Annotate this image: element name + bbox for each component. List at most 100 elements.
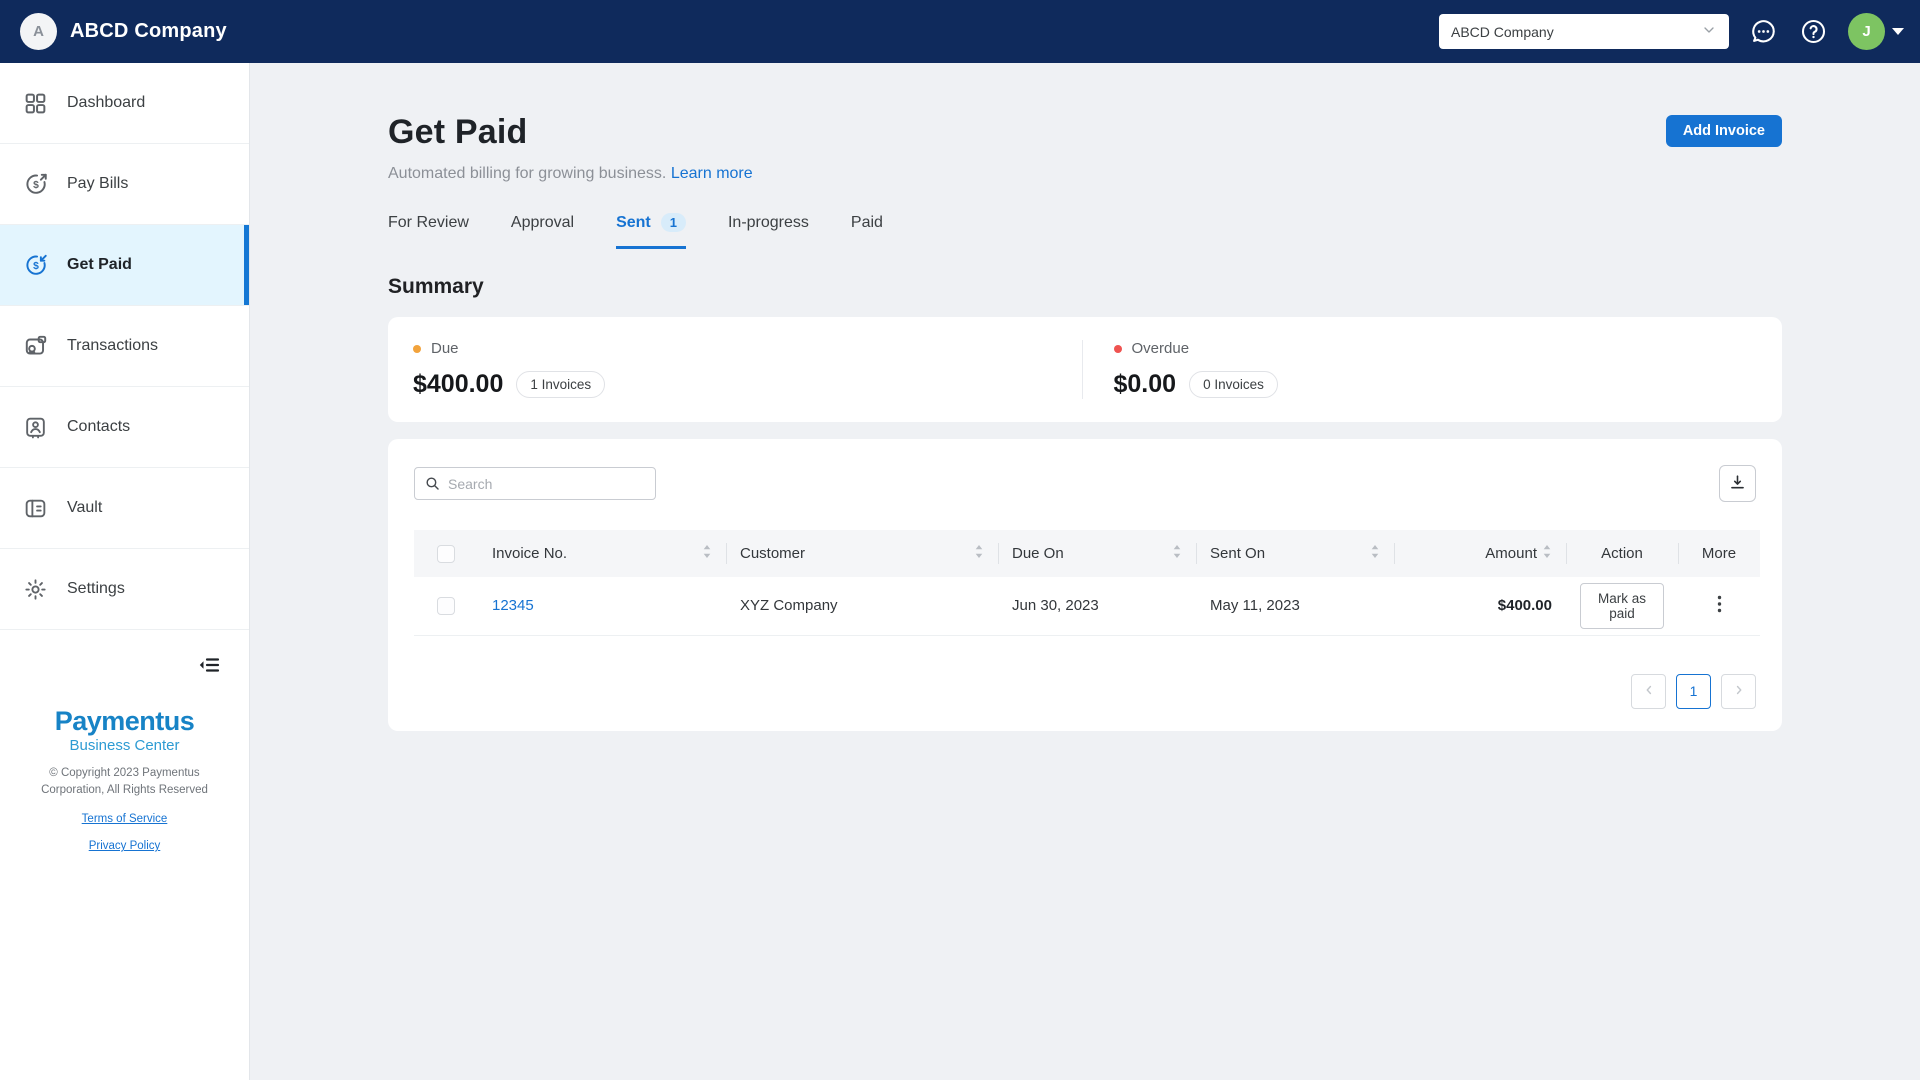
select-all-checkbox[interactable] [437,544,455,563]
pay-bills-icon: $ [22,171,49,198]
sidebar-item-vault[interactable]: Vault [0,468,249,549]
overdue-status-dot [1113,344,1122,353]
pagination-prev-button[interactable] [1631,673,1666,709]
top-navbar: A ABCD Company ABCD Company J [0,0,1920,63]
pagination-next-button[interactable] [1721,673,1756,709]
sidebar-item-contacts[interactable]: Contacts [0,387,249,468]
add-invoice-button[interactable]: Add Invoice [1665,115,1782,147]
sidebar-item-settings[interactable]: Settings [0,549,249,630]
column-invoice-no: Invoice No. [492,545,568,562]
sidebar-footer: Paymentus Business Center © Copyright 20… [0,706,249,853]
terms-of-service-link[interactable]: Terms of Service [0,813,249,825]
row-checkbox[interactable] [437,596,455,615]
due-status-dot [413,344,421,353]
app-root: A ABCD Company ABCD Company J Dashboard … [0,0,1920,1080]
customer-cell: XYZ Company [740,597,838,615]
collapse-sidebar-icon[interactable] [195,651,223,679]
invoices-table-card: Invoice No. Customer [388,439,1782,731]
column-customer: Customer [740,545,806,562]
column-more: More [1701,545,1737,562]
table-header-row: Invoice No. Customer Due On Sent On Amou… [414,530,1760,577]
settings-icon [22,576,49,603]
topbar-right: ABCD Company J [1439,13,1904,50]
download-button[interactable] [1719,465,1756,502]
company-avatar: A [20,13,57,50]
due-invoices-badge: 1 Invoices [516,371,606,398]
page-title: Get Paid [388,113,528,151]
sidebar-item-dashboard[interactable]: Dashboard [0,63,249,144]
page-subtitle: Automated billing for growing business. … [388,165,753,182]
sort-icon[interactable] [974,544,984,563]
summary-card: Due $400.00 1 Invoices Overdue $0.00 0 I… [388,317,1782,422]
table-row: 12345 XYZ Company Jun 30, 2023 May 11, 2… [414,577,1760,636]
sidebar-item-label: Transactions [67,337,158,354]
chevron-down-icon [1701,22,1717,41]
tab-for-review[interactable]: For Review [388,213,469,249]
column-due-on: Due On [1012,545,1064,562]
chevron-right-icon [1732,683,1746,700]
summary-due: Due $400.00 1 Invoices [388,340,1082,399]
caret-down-icon [1892,28,1904,35]
tab-bar: For Review Approval Sent 1 In-progress P… [388,213,1782,249]
user-menu[interactable]: J [1848,13,1904,50]
sidebar: Dashboard $ Pay Bills $ Get Paid Transac… [0,63,250,1080]
sort-icon[interactable] [1542,544,1552,563]
search-icon [424,475,441,497]
summary-overdue: Overdue $0.00 0 Invoices [1081,340,1783,399]
due-label: Due [431,340,459,357]
overdue-invoices-badge: 0 Invoices [1189,371,1278,398]
amount-cell: $400.00 [1497,597,1552,615]
sidebar-item-label: Vault [67,499,103,516]
paymentus-logo-subtitle: Business Center [69,737,180,754]
pagination-page-1[interactable]: 1 [1676,673,1711,709]
column-sent-on: Sent On [1210,545,1266,562]
sidebar-item-label: Dashboard [67,94,146,111]
overdue-amount: $0.00 [1113,370,1177,398]
sidebar-item-get-paid[interactable]: $ Get Paid [0,225,249,306]
tab-sent[interactable]: Sent 1 [616,213,686,249]
sidebar-item-label: Contacts [67,418,131,435]
sort-icon[interactable] [1172,544,1182,563]
sidebar-item-label: Settings [67,580,125,597]
company-select-dropdown[interactable]: ABCD Company [1439,14,1729,49]
tab-in-progress[interactable]: In-progress [728,213,809,249]
invoice-number-link[interactable]: 12345 [492,597,534,614]
company-select-value: ABCD Company [1451,23,1554,40]
sidebar-item-pay-bills[interactable]: $ Pay Bills [0,144,249,225]
sort-icon[interactable] [1370,544,1380,563]
tab-approval[interactable]: Approval [511,213,574,249]
vault-icon [22,495,49,522]
get-paid-icon: $ [22,252,49,279]
overdue-label: Overdue [1131,340,1190,357]
learn-more-link[interactable]: Learn more [671,165,753,182]
main-content: Get Paid Automated billing for growing b… [250,63,1920,1080]
due-amount: $400.00 [413,370,504,398]
kebab-menu-icon[interactable] [1717,595,1722,613]
brand: A ABCD Company [20,13,227,50]
copyright-text: © Copyright 2023 Paymentus Corporation, … [41,767,208,796]
sidebar-item-label: Get Paid [67,256,132,273]
sidebar-collapse-row [0,630,249,700]
sort-icon[interactable] [702,544,712,563]
help-icon[interactable] [1798,16,1829,47]
sent-count-badge: 1 [660,213,686,232]
dashboard-icon [22,90,49,117]
sidebar-item-transactions[interactable]: Transactions [0,306,249,387]
contacts-icon [22,414,49,441]
user-avatar: J [1848,13,1885,50]
mark-as-paid-button[interactable]: Mark as paid [1580,582,1664,629]
column-amount: Amount [1485,545,1537,562]
privacy-policy-link[interactable]: Privacy Policy [0,840,249,852]
invoices-table: Invoice No. Customer Due On Sent On Amou… [414,530,1760,636]
sidebar-item-label: Pay Bills [67,175,129,192]
pagination: 1 [414,673,1756,709]
paymentus-logo: Paymentus [54,706,195,736]
svg-text:$: $ [33,261,39,272]
download-icon [1728,473,1747,495]
company-name: ABCD Company [70,20,227,42]
sent-on-cell: May 11, 2023 [1210,597,1300,615]
tab-paid[interactable]: Paid [851,213,883,249]
transactions-icon [22,333,49,360]
chat-icon[interactable] [1748,16,1779,47]
search-input[interactable] [414,467,656,500]
